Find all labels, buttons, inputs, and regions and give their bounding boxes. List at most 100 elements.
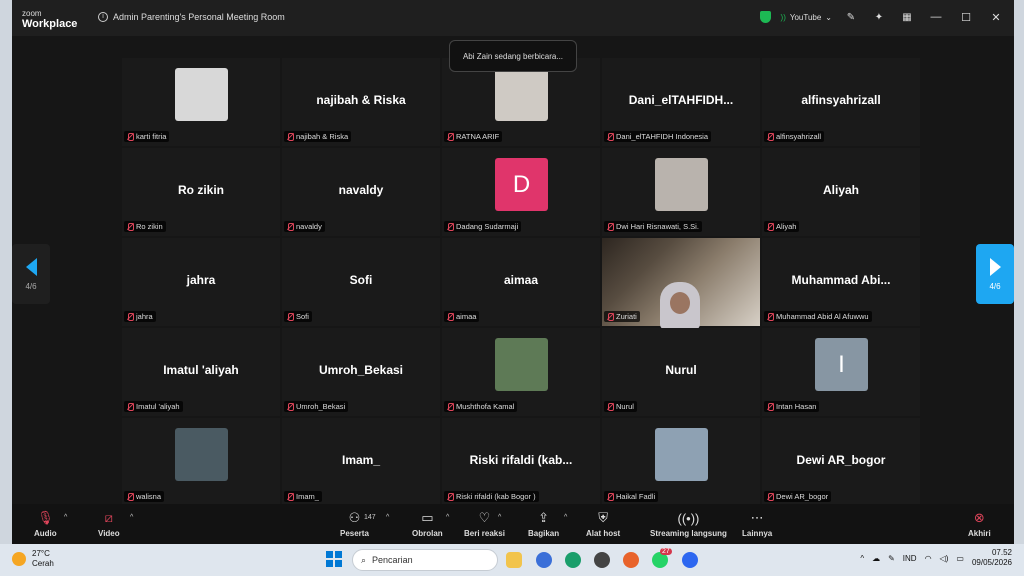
mic-muted-icon — [127, 492, 134, 501]
participant-name-label: Umroh_Bekasi — [284, 401, 349, 412]
participant-name-label: Ro zikin — [124, 221, 166, 232]
gallery-view: karti fitria najibah & Riska najibah & Ris… — [12, 36, 1014, 506]
maximize-button[interactable]: ☐ — [956, 11, 976, 24]
react-caret[interactable]: ^ — [498, 514, 501, 521]
speaker-icon[interactable]: ◁) — [940, 554, 949, 563]
participant-display-name: Dewi AR_bogor — [796, 453, 886, 467]
video-options-caret[interactable]: ^ — [130, 514, 133, 521]
pen-icon[interactable]: ✎ — [842, 8, 860, 26]
chevron-up-icon[interactable]: ^ — [860, 554, 864, 563]
participant-tile[interactable]: Dewi AR_bogor Dewi AR_bogor — [762, 418, 920, 506]
participant-name-label: Dewi AR_bogor — [764, 491, 832, 502]
chat-caret[interactable]: ^ — [446, 514, 449, 521]
speaking-toast: Abi Zain sedang berbicara... — [449, 40, 577, 72]
participant-tile[interactable]: Riski rifaldi (kab... Riski rifaldi (kab … — [442, 418, 600, 506]
participant-name: Mushthofa Kamal — [456, 402, 515, 411]
participant-tile[interactable]: Imatul 'aliyah Imatul 'aliyah — [122, 328, 280, 416]
participant-tile[interactable]: Ro zikin Ro zikin — [122, 148, 280, 236]
pen-tray-icon[interactable]: ✎ — [888, 554, 895, 563]
mic-muted-icon — [767, 132, 774, 141]
close-button[interactable]: ✕ — [986, 11, 1006, 24]
youtube-stream-indicator[interactable]: )) YouTube ⌄ — [781, 13, 832, 22]
mic-muted-icon — [127, 312, 134, 321]
shield-icon: ⛨ — [598, 510, 608, 525]
audio-button[interactable]: 🎙︎ Audio — [34, 510, 57, 538]
meeting-title[interactable]: i Admin Parenting's Personal Meeting Roo… — [98, 12, 285, 22]
audio-options-caret[interactable]: ^ — [64, 514, 67, 521]
participant-tile[interactable]: D Dadang Sudarmaji — [442, 148, 600, 236]
participants-count: 147 — [364, 514, 376, 521]
copilot-icon[interactable] — [536, 552, 552, 568]
participant-tile[interactable]: Muhammad Abi... Muhammad Abid Al Afuwwu — [762, 238, 920, 326]
weather-widget[interactable]: 27°C Cerah — [12, 549, 54, 569]
participant-name-label: Muhammad Abid Al Afuwwu — [764, 311, 872, 322]
participant-tile[interactable]: walisna — [122, 418, 280, 506]
video-button[interactable]: ⧄ Video — [98, 510, 120, 538]
zoom-taskbar-icon[interactable] — [682, 552, 698, 568]
participant-display-name: Umroh_Bekasi — [318, 363, 404, 377]
participant-tile[interactable]: I Intan Hasan — [762, 328, 920, 416]
participant-name-label: karti fitria — [124, 131, 170, 142]
mic-muted-icon — [127, 402, 134, 411]
participant-display-name: Muhammad Abi... — [791, 273, 891, 287]
participant-avatar: I — [815, 338, 868, 391]
participant-tile[interactable]: jahra jahra — [122, 238, 280, 326]
participant-tile[interactable]: Nurul Nurul — [602, 328, 760, 416]
participant-avatar — [655, 428, 708, 481]
participant-tile[interactable]: Umroh_Bekasi Umroh_Bekasi — [282, 328, 440, 416]
participant-tile[interactable]: navaldy navaldy — [282, 148, 440, 236]
host-tools-button[interactable]: ⛨ Alat host — [586, 510, 620, 538]
participant-display-name: aimaa — [503, 273, 539, 287]
next-page-button[interactable]: 4/6 — [976, 244, 1014, 304]
more-label: Lainnya — [742, 529, 773, 538]
chat-button[interactable]: ▭ Obrolan — [412, 510, 443, 538]
minimize-button[interactable]: — — [926, 11, 946, 23]
participant-tile[interactable]: alfinsyahrizall alfinsyahrizall — [762, 58, 920, 146]
taskbar-search[interactable]: ⌕ Pencarian — [352, 549, 498, 571]
previous-page-button[interactable]: 4/6 — [12, 244, 50, 304]
more-button[interactable]: ⋯ Lainnya — [742, 510, 772, 538]
end-meeting-button[interactable]: ⊗ Akhiri — [968, 510, 991, 538]
title-bar: zoom Workplace i Admin Parenting's Perso… — [12, 0, 1014, 36]
participant-tile[interactable]: Dwi Hari Risnawati, S.Si. — [602, 148, 760, 236]
participant-tile[interactable]: Aliyah Aliyah — [762, 148, 920, 236]
participant-tile[interactable]: Mushthofa Kamal — [442, 328, 600, 416]
participant-name-label: Aliyah — [764, 221, 800, 232]
participant-tile[interactable]: Imam_ Imam_ — [282, 418, 440, 506]
brand: Workplace — [22, 18, 78, 30]
chrome-icon[interactable] — [594, 552, 610, 568]
participants-caret[interactable]: ^ — [386, 514, 389, 521]
share-caret[interactable]: ^ — [564, 514, 567, 521]
participant-name-label: Zuriati — [604, 311, 640, 322]
participant-name: RATNA ARIF — [456, 132, 500, 141]
participant-tile[interactable]: Zuriati — [602, 238, 760, 330]
battery-icon[interactable]: ▭ — [956, 554, 964, 563]
participant-tile[interactable]: Sofi Sofi — [282, 238, 440, 326]
participant-name-label: walisna — [124, 491, 165, 502]
firefox-icon[interactable] — [623, 552, 639, 568]
participant-tile[interactable]: aimaa aimaa — [442, 238, 600, 326]
clock[interactable]: 07.52 09/05/2026 — [972, 548, 1012, 568]
participant-name: Riski rifaldi (kab Bogor ) — [456, 492, 536, 501]
sparkle-icon[interactable]: ✦ — [870, 8, 888, 26]
language-indicator[interactable]: IND — [903, 554, 917, 563]
participant-tile[interactable]: karti fitria — [122, 58, 280, 146]
participant-name: Dadang Sudarmaji — [456, 222, 519, 231]
chevron-down-icon: ⌄ — [825, 12, 832, 22]
start-button[interactable] — [326, 551, 342, 567]
participant-name-label: Dani_elTAHFIDH Indonesia — [604, 131, 711, 142]
participant-tile[interactable]: najibah & Riska najibah & Riska — [282, 58, 440, 146]
live-stream-button[interactable]: ((•)) Streaming langsung — [650, 510, 727, 539]
participant-name: Dwi Hari Risnawati, S.Si. — [616, 222, 699, 231]
grid-view-icon[interactable]: ▦ — [898, 8, 916, 26]
participant-tile[interactable]: Dani_elTAHFIDH... Dani_elTAHFIDH Indonesi… — [602, 58, 760, 146]
cloud-icon[interactable]: ☁ — [872, 554, 880, 563]
share-button[interactable]: ⇪ Bagikan — [528, 510, 559, 538]
participants-icon: ⚇ — [348, 510, 361, 525]
info-icon[interactable]: i — [98, 12, 108, 22]
edge-icon[interactable] — [565, 552, 581, 568]
file-explorer-icon[interactable] — [506, 552, 522, 568]
wifi-icon[interactable]: ◠ — [925, 554, 932, 563]
participant-tile[interactable]: Haikal Fadli — [602, 418, 760, 506]
security-shield-icon[interactable] — [759, 11, 771, 23]
